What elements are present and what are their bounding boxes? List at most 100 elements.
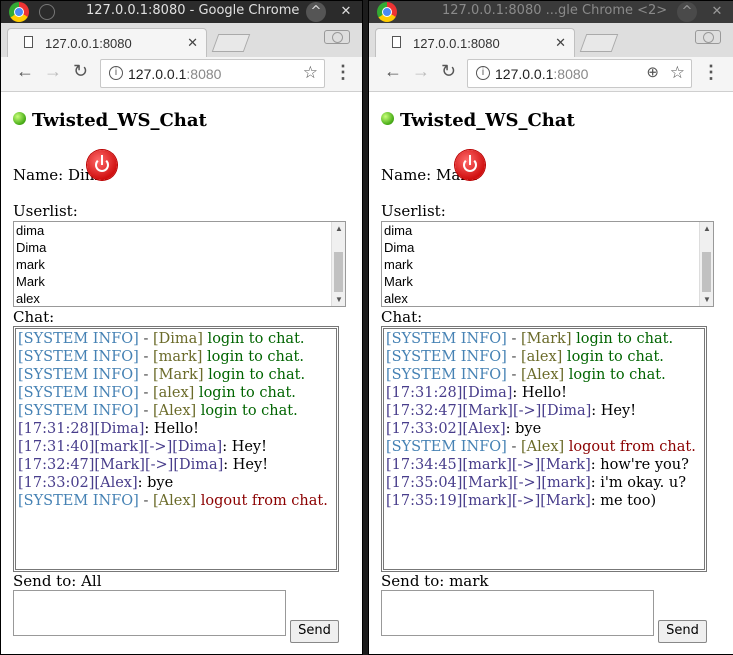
chat-line: [SYSTEM INFO] - [Alex] login to chat.: [18, 403, 298, 419]
scroll-thumb[interactable]: [702, 252, 711, 292]
app-title-text: Twisted_WS_Chat: [400, 110, 575, 131]
connection-status-icon: [381, 112, 394, 125]
forward-arrow-icon[interactable]: →: [44, 61, 62, 82]
userlist-item[interactable]: dima: [14, 222, 345, 239]
chat-label: Chat:: [381, 308, 423, 326]
userlist-item[interactable]: mark: [14, 256, 345, 273]
browser-window-mark: 127.0.0.1:8080 ...gle Chrome <2> ^ ✕ 127…: [368, 0, 733, 655]
chat-line: [17:35:19][mark][->][Mark]: me too): [386, 493, 657, 509]
tab-strip: 127.0.0.1:8080 ✕: [1, 23, 362, 58]
minimize-icon[interactable]: ^: [677, 2, 697, 22]
back-arrow-icon[interactable]: ←: [16, 61, 34, 82]
profile-icon[interactable]: [324, 30, 350, 44]
window-menu-icon[interactable]: [39, 4, 55, 20]
window-title: 127.0.0.1:8080 - Google Chrome: [86, 3, 300, 18]
power-logout-icon[interactable]: [87, 150, 117, 180]
message-input[interactable]: [13, 590, 286, 636]
userlist-item[interactable]: Dima: [382, 239, 713, 256]
userlist-item[interactable]: Mark: [14, 273, 345, 290]
url-port: :8080: [553, 66, 589, 82]
close-window-icon[interactable]: ✕: [707, 2, 727, 22]
window-titlebar: 127.0.0.1:8080 ...gle Chrome <2> ^ ✕: [369, 1, 733, 23]
url-host: 127.0.0.1: [495, 66, 554, 82]
minimize-icon[interactable]: ^: [306, 2, 326, 22]
page-icon: [24, 36, 33, 48]
chat-line: [SYSTEM INFO] - [mark] login to chat.: [18, 349, 304, 365]
userlist-scrollbar[interactable]: ▲ ▼: [331, 222, 345, 306]
scroll-up-icon[interactable]: ▲: [335, 224, 343, 233]
scroll-down-icon[interactable]: ▼: [335, 295, 343, 304]
window-title: 127.0.0.1:8080 ...gle Chrome <2>: [442, 3, 668, 18]
userlist-item[interactable]: alex: [14, 290, 345, 306]
browser-window-dima: 127.0.0.1:8080 - Google Chrome ^ ✕ 127.0…: [0, 0, 363, 655]
back-arrow-icon[interactable]: ←: [384, 61, 402, 82]
browser-menu-icon[interactable]: ⋮: [702, 62, 720, 83]
profile-icon[interactable]: [695, 30, 721, 44]
userlist-scrollbar[interactable]: ▲ ▼: [699, 222, 713, 306]
browser-menu-icon[interactable]: ⋮: [334, 62, 352, 83]
page-icon: [392, 36, 401, 48]
chat-line: [17:31:40][mark][->][Dima]: Hey!: [18, 439, 267, 455]
chat-line: [SYSTEM INFO] - [alex] login to chat.: [18, 385, 296, 401]
reload-icon[interactable]: ↻: [73, 61, 88, 82]
connection-status-icon: [13, 112, 26, 125]
close-tab-icon[interactable]: ✕: [187, 35, 198, 51]
userlist[interactable]: dima Dima mark Mark alex ▲ ▼: [13, 221, 346, 307]
window-titlebar: 127.0.0.1:8080 - Google Chrome ^ ✕: [1, 1, 362, 23]
bookmark-star-icon[interactable]: ☆: [303, 63, 318, 83]
forward-arrow-icon[interactable]: →: [412, 61, 430, 82]
chat-line: [17:31:28][Dima]: Hello!: [386, 385, 567, 401]
address-bar[interactable]: i 127.0.0.1:8080 ☆: [100, 59, 325, 88]
address-bar[interactable]: i 127.0.0.1:8080 ⊕ ☆: [467, 59, 692, 88]
new-tab-button[interactable]: [579, 34, 619, 52]
scroll-down-icon[interactable]: ▼: [703, 295, 711, 304]
userlist-item[interactable]: mark: [382, 256, 713, 273]
info-icon[interactable]: i: [109, 66, 123, 80]
tab-title: 127.0.0.1:8080: [413, 36, 500, 51]
chat-line: [SYSTEM INFO] - [Mark] login to chat.: [18, 367, 306, 383]
chat-log: [SYSTEM INFO] - [Mark] login to chat. [S…: [381, 326, 707, 572]
send-to-label: Send to: mark: [381, 572, 489, 590]
scroll-thumb[interactable]: [334, 252, 343, 292]
app-title: Twisted_WS_Chat: [13, 110, 207, 131]
chat-line: [17:32:47][Mark][->][Dima]: Hey!: [386, 403, 637, 419]
app-title: Twisted_WS_Chat: [381, 110, 575, 131]
send-to-label: Send to: All: [13, 572, 102, 590]
chat-line: [SYSTEM INFO] - [Dima] login to chat.: [18, 331, 305, 347]
userlist-item[interactable]: dima: [382, 222, 713, 239]
reload-icon[interactable]: ↻: [441, 61, 456, 82]
browser-tab[interactable]: 127.0.0.1:8080 ✕: [7, 28, 207, 58]
tab-strip: 127.0.0.1:8080 ✕: [369, 23, 733, 58]
message-input[interactable]: [381, 590, 654, 636]
tab-title: 127.0.0.1:8080: [45, 36, 132, 51]
close-window-icon[interactable]: ✕: [336, 2, 356, 22]
userlist-label: Userlist:: [381, 202, 446, 220]
bookmark-star-icon[interactable]: ☆: [670, 63, 685, 83]
browser-toolbar: ← → ↻ i 127.0.0.1:8080 ☆ ⋮: [1, 57, 362, 92]
userlist[interactable]: dima Dima mark Mark alex ▲ ▼: [381, 221, 714, 307]
chat-line: [SYSTEM INFO] - [Alex] login to chat.: [386, 367, 666, 383]
close-tab-icon[interactable]: ✕: [555, 35, 566, 51]
userlist-item[interactable]: alex: [382, 290, 713, 306]
browser-tab[interactable]: 127.0.0.1:8080 ✕: [375, 28, 575, 58]
chat-line: [SYSTEM INFO] - [alex] login to chat.: [386, 349, 664, 365]
send-button[interactable]: Send: [658, 620, 707, 643]
url-port: :8080: [186, 66, 222, 82]
userlist-item[interactable]: Dima: [14, 239, 345, 256]
chat-log: [SYSTEM INFO] - [Dima] login to chat. [S…: [13, 326, 339, 572]
chat-line: [17:33:02][Alex]: bye: [18, 475, 174, 491]
app-title-text: Twisted_WS_Chat: [32, 110, 207, 131]
power-logout-icon[interactable]: [455, 150, 485, 180]
chat-page: Twisted_WS_Chat Name: Dima Userlist: dim…: [1, 92, 362, 654]
chat-line: [SYSTEM INFO] - [Alex] logout from chat.: [386, 439, 696, 455]
info-icon[interactable]: i: [476, 66, 490, 80]
send-button[interactable]: Send: [290, 620, 339, 643]
new-tab-button[interactable]: [211, 34, 251, 52]
chat-line: [17:33:02][Alex]: bye: [386, 421, 542, 437]
zoom-icon[interactable]: ⊕: [646, 63, 659, 81]
scroll-up-icon[interactable]: ▲: [703, 224, 711, 233]
userlist-item[interactable]: Mark: [382, 273, 713, 290]
url-text: 127.0.0.1:8080: [495, 66, 588, 82]
browser-toolbar: ← → ↻ i 127.0.0.1:8080 ⊕ ☆ ⋮: [369, 57, 733, 92]
chat-line: [17:31:28][Dima]: Hello!: [18, 421, 199, 437]
